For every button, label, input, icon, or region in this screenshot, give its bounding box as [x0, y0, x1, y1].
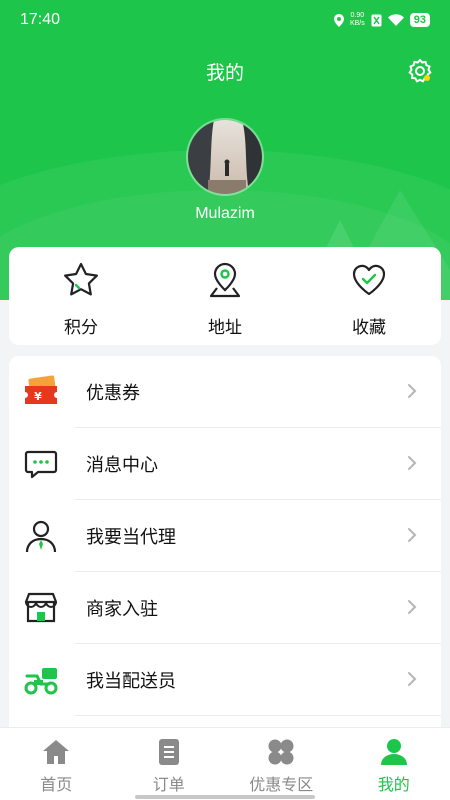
menu-item-label: 消息中心 — [86, 455, 158, 476]
menu-item-coupons[interactable]: ¥ 优惠券 — [9, 356, 441, 428]
quick-action-favorites[interactable]: 收藏 — [297, 247, 441, 345]
agent-icon — [25, 520, 57, 553]
menu-item-agent[interactable]: 我要当代理 — [9, 500, 441, 572]
status-time: 17:40 — [20, 11, 61, 28]
message-icon — [24, 450, 58, 479]
settings-gear-icon[interactable] — [406, 57, 434, 85]
chevron-right-icon — [408, 600, 417, 614]
menu-item-messages[interactable]: 消息中心 — [9, 428, 441, 500]
menu-item-label: 我当配送员 — [86, 671, 176, 692]
quick-actions-card: 积分 地址 收藏 — [9, 247, 441, 345]
tab-mine[interactable]: 我的 — [338, 728, 450, 800]
home-icon — [43, 740, 70, 764]
menu-item-label: 我要当代理 — [86, 527, 176, 548]
delivery-scooter-icon — [24, 668, 58, 695]
heart-icon — [352, 264, 386, 296]
quick-action-label: 地址 — [208, 318, 242, 338]
svg-text:¥: ¥ — [34, 390, 42, 403]
discount-zone-icon — [268, 739, 294, 765]
tab-label: 订单 — [152, 775, 185, 794]
tab-label: 我的 — [377, 775, 410, 794]
store-icon — [24, 592, 58, 623]
sim-icon — [371, 14, 382, 26]
tab-home[interactable]: 首页 — [0, 728, 113, 800]
location-pin-icon — [209, 262, 241, 298]
page-title: 我的 — [205, 62, 244, 84]
location-status-icon — [333, 13, 344, 27]
profile-icon — [380, 739, 407, 765]
quick-action-address[interactable]: 地址 — [153, 247, 297, 345]
menu-item-merchant[interactable]: 商家入驻 — [9, 572, 441, 644]
menu-item-label: 优惠券 — [86, 383, 140, 404]
chevron-right-icon — [408, 384, 417, 398]
quick-action-label: 收藏 — [352, 318, 386, 338]
order-icon — [158, 739, 179, 765]
status-bar: 17:40 0.90 KB/s 93 — [0, 0, 450, 40]
menu-item-courier[interactable]: 我当配送员 — [9, 644, 441, 716]
coupon-icon: ¥ — [25, 375, 57, 404]
star-icon — [63, 262, 98, 296]
wifi-icon — [387, 14, 404, 26]
quick-action-points[interactable]: 积分 — [9, 247, 153, 345]
battery-indicator: 93 — [409, 13, 430, 27]
tab-orders[interactable]: 订单 — [113, 728, 226, 800]
menu-list: ¥ 优惠券 消息中心 我要当代理 商家入驻 我当配送员 — [9, 356, 441, 736]
divider — [75, 715, 441, 716]
chevron-right-icon — [408, 528, 417, 542]
username: Mulazim — [195, 205, 255, 222]
avatar[interactable] — [186, 118, 264, 196]
tab-discount-zone[interactable]: 优惠专区 — [225, 728, 338, 800]
tab-label: 首页 — [40, 775, 73, 794]
bottom-tab-bar: 首页 订单 优惠专区 我的 — [0, 727, 450, 800]
net-speed: 0.90 KB/s — [349, 12, 365, 27]
tab-label: 优惠专区 — [249, 775, 314, 794]
quick-action-label: 积分 — [64, 318, 98, 338]
chevron-right-icon — [408, 456, 417, 470]
home-indicator — [135, 795, 315, 799]
menu-item-label: 商家入驻 — [86, 599, 158, 620]
chevron-right-icon — [408, 672, 417, 686]
